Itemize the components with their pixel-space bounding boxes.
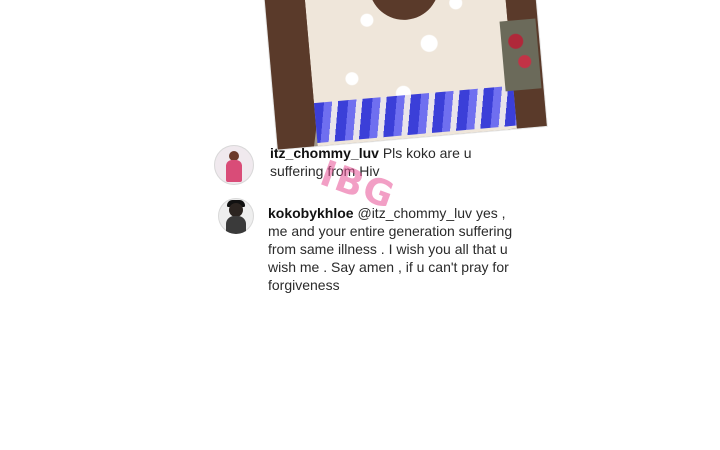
avatar-body — [226, 216, 246, 234]
avatar-itz-chommy-luv[interactable] — [214, 145, 254, 185]
avatar-head — [229, 203, 243, 217]
comment-username[interactable]: itz_chommy_luv — [270, 145, 379, 161]
avatar-kokobykhloe[interactable] — [218, 198, 254, 234]
comment-2: kokobykhloe @itz_chommy_luv yes , me and… — [268, 204, 513, 294]
avatar-body — [226, 160, 242, 182]
post-photo[interactable] — [263, 0, 547, 150]
photo-flowers — [499, 18, 542, 92]
comment-1: itz_chommy_luv Pls koko are u suffering … — [270, 144, 510, 180]
comment-username[interactable]: kokobykhloe — [268, 205, 354, 221]
